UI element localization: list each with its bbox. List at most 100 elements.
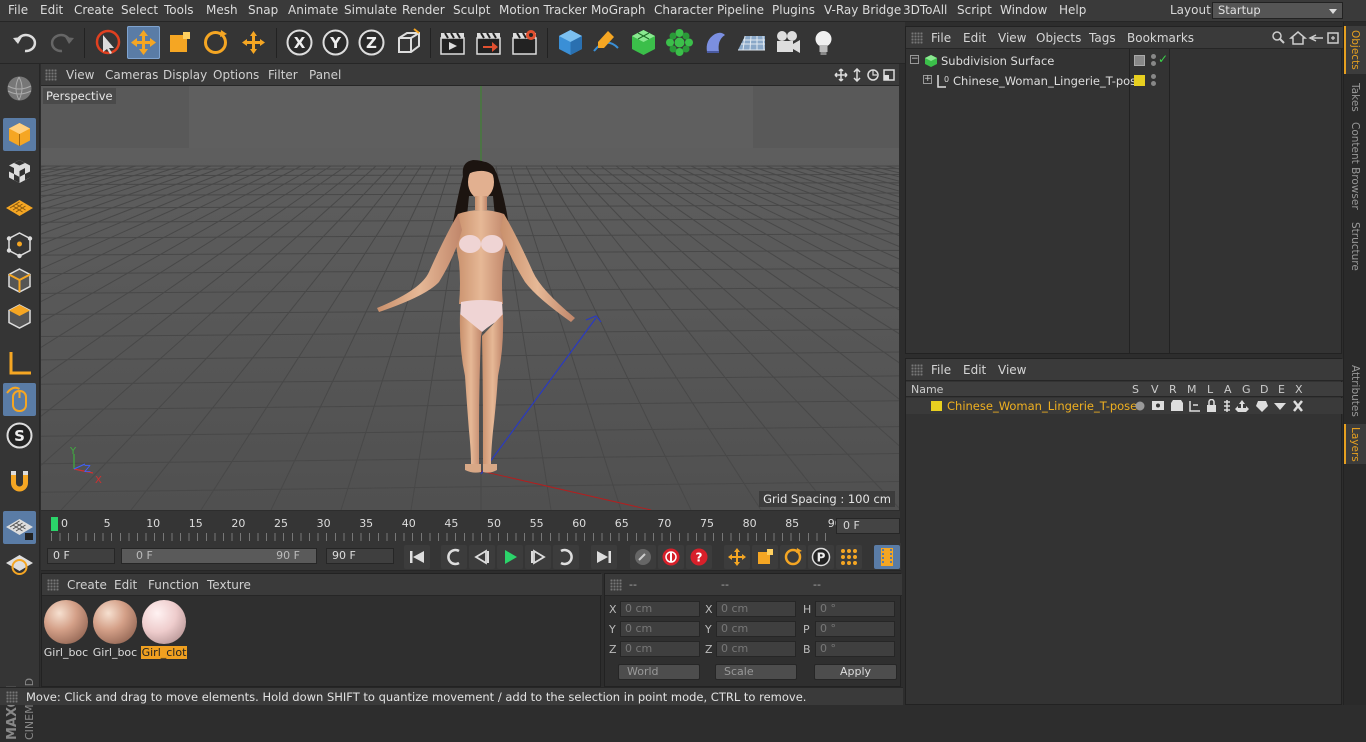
menu-vray-bridge[interactable]: V-Ray Bridge — [824, 3, 901, 17]
render-view-button[interactable] — [436, 26, 469, 59]
panel-grip-icon[interactable] — [47, 579, 59, 591]
layer-row[interactable]: Chinese_Woman_Lingerie_T-pose — [906, 398, 1343, 414]
tweak-mode-button[interactable] — [3, 383, 36, 416]
go-to-end-button[interactable] — [591, 545, 617, 569]
coordinate-system-button[interactable] — [392, 26, 425, 59]
polygons-mode-button[interactable] — [3, 300, 36, 333]
tab-objects[interactable]: Objects — [1344, 26, 1366, 74]
key-position-button[interactable] — [724, 545, 750, 569]
material-swatch[interactable]: Girl_boc — [43, 598, 89, 659]
snap-button[interactable] — [3, 465, 36, 498]
column-xref[interactable]: X — [1295, 383, 1303, 396]
key-parameter-button[interactable]: P — [808, 545, 834, 569]
end-frame-field[interactable]: 90 F — [326, 548, 394, 564]
playhead-marker[interactable] — [51, 517, 58, 531]
pen-spline-button[interactable] — [590, 26, 623, 59]
material-menu-create[interactable]: Create — [67, 578, 107, 592]
menu-select[interactable]: Select — [121, 3, 158, 17]
previous-frame-button[interactable] — [469, 545, 495, 569]
material-menu-edit[interactable]: Edit — [114, 578, 137, 592]
make-editable-button[interactable] — [3, 72, 36, 105]
camera-label[interactable]: Perspective — [43, 88, 116, 104]
column-render[interactable]: R — [1169, 383, 1177, 396]
enabled-check-icon[interactable]: ✓ — [1158, 52, 1168, 66]
material-menu-function[interactable]: Function — [148, 578, 199, 592]
editor-visibility-dot[interactable] — [1151, 54, 1156, 59]
rotation-b-field[interactable]: 0 ° — [815, 641, 895, 657]
menu-help[interactable]: Help — [1059, 3, 1086, 17]
timeline-ruler[interactable]: 0 5 10 15 20 25 30 35 40 45 50 55 60 65 70 75 80 85 90 0 F — [41, 511, 900, 543]
size-y-field[interactable]: 0 cm — [716, 621, 796, 637]
material-menu-texture[interactable]: Texture — [207, 578, 251, 592]
generator-tag-icon[interactable] — [1134, 55, 1145, 66]
previous-key-button[interactable] — [441, 545, 467, 569]
column-generators[interactable]: G — [1242, 383, 1251, 396]
position-y-field[interactable]: 0 cm — [620, 621, 700, 637]
position-x-field[interactable]: 0 cm — [620, 601, 700, 617]
column-name[interactable]: Name — [911, 383, 943, 396]
workplane-mode-button[interactable] — [3, 191, 36, 224]
menu-script[interactable]: Script — [957, 3, 992, 17]
axis-mode-button[interactable] — [3, 347, 36, 380]
column-deformers[interactable]: D — [1260, 383, 1268, 396]
layer-color-swatch[interactable] — [931, 401, 942, 411]
menu-window[interactable]: Window — [1000, 3, 1047, 17]
column-solo[interactable]: S — [1132, 383, 1139, 396]
viewport-menu-display[interactable]: Display — [163, 68, 207, 82]
perspective-viewport[interactable]: Y Z X Perspective Grid Spacing : 100 cm — [41, 86, 899, 510]
layer-menu-file[interactable]: File — [931, 363, 951, 377]
menu-3dtoall[interactable]: 3DToAll — [903, 3, 947, 17]
collapse-toggle-icon[interactable]: − — [910, 55, 919, 64]
texture-mode-button[interactable] — [3, 155, 36, 188]
key-point-level-button[interactable] — [836, 545, 862, 569]
object-menu-bookmarks[interactable]: Bookmarks — [1127, 31, 1194, 45]
viewport-menu-filter[interactable]: Filter — [268, 68, 298, 82]
undo-button[interactable] — [9, 26, 42, 59]
rotation-p-field[interactable]: 0 ° — [815, 621, 895, 637]
redo-button[interactable] — [45, 26, 78, 59]
column-manager[interactable]: M — [1187, 383, 1197, 396]
deformer-button[interactable] — [699, 26, 732, 59]
transform-tool-button[interactable] — [237, 26, 270, 59]
tab-layers[interactable]: Layers — [1344, 424, 1366, 464]
column-view[interactable]: V — [1151, 383, 1159, 396]
render-settings-button[interactable] — [508, 26, 541, 59]
z-axis-lock-button[interactable]: Z — [355, 26, 388, 59]
layer-menu-edit[interactable]: Edit — [963, 363, 986, 377]
menu-mograph[interactable]: MoGraph — [591, 3, 646, 17]
add-cube-button[interactable] — [554, 26, 587, 59]
coordinate-mode-select[interactable]: World — [618, 664, 700, 680]
move-tool-button[interactable] — [127, 26, 160, 59]
menu-character[interactable]: Character — [654, 3, 713, 17]
menu-tools[interactable]: Tools — [164, 3, 194, 17]
layer-menu-view[interactable]: View — [998, 363, 1026, 377]
tab-attributes[interactable]: Attributes — [1344, 362, 1366, 420]
x-axis-lock-button[interactable]: X — [283, 26, 316, 59]
apply-button[interactable]: Apply — [814, 664, 897, 680]
model-mode-button[interactable] — [3, 118, 36, 151]
keyframe-selection-button[interactable]: ? — [686, 545, 712, 569]
autokeying-button[interactable] — [658, 545, 684, 569]
solo-mode-button[interactable]: S — [3, 419, 36, 452]
preview-range-slider[interactable]: 0 F 90 F — [121, 548, 317, 564]
viewport-menu-panel[interactable]: Panel — [309, 68, 341, 82]
tab-structure[interactable]: Structure — [1344, 218, 1366, 274]
column-locked[interactable]: L — [1207, 383, 1213, 396]
light-button[interactable] — [807, 26, 840, 59]
size-x-field[interactable]: 0 cm — [716, 601, 796, 617]
layer-toggle-icons[interactable] — [1134, 399, 1304, 413]
object-row-subdivision[interactable]: − Subdivision Surface ✓ — [906, 51, 1343, 71]
timeline-window-button[interactable] — [874, 545, 900, 569]
material-swatch-selected[interactable]: Girl_clot — [141, 598, 187, 659]
menu-plugins[interactable]: Plugins — [772, 3, 815, 17]
menu-create[interactable]: Create — [74, 3, 114, 17]
live-selection-button[interactable] — [92, 26, 125, 59]
menu-render[interactable]: Render — [402, 3, 445, 17]
camera-button[interactable] — [771, 26, 804, 59]
planar-workplane-button[interactable] — [3, 547, 36, 580]
object-manager-nav-icons[interactable] — [1271, 30, 1341, 46]
next-key-button[interactable] — [553, 545, 579, 569]
points-mode-button[interactable] — [3, 228, 36, 261]
render-visibility-dot[interactable] — [1151, 61, 1156, 66]
menu-mesh[interactable]: Mesh — [206, 3, 238, 17]
